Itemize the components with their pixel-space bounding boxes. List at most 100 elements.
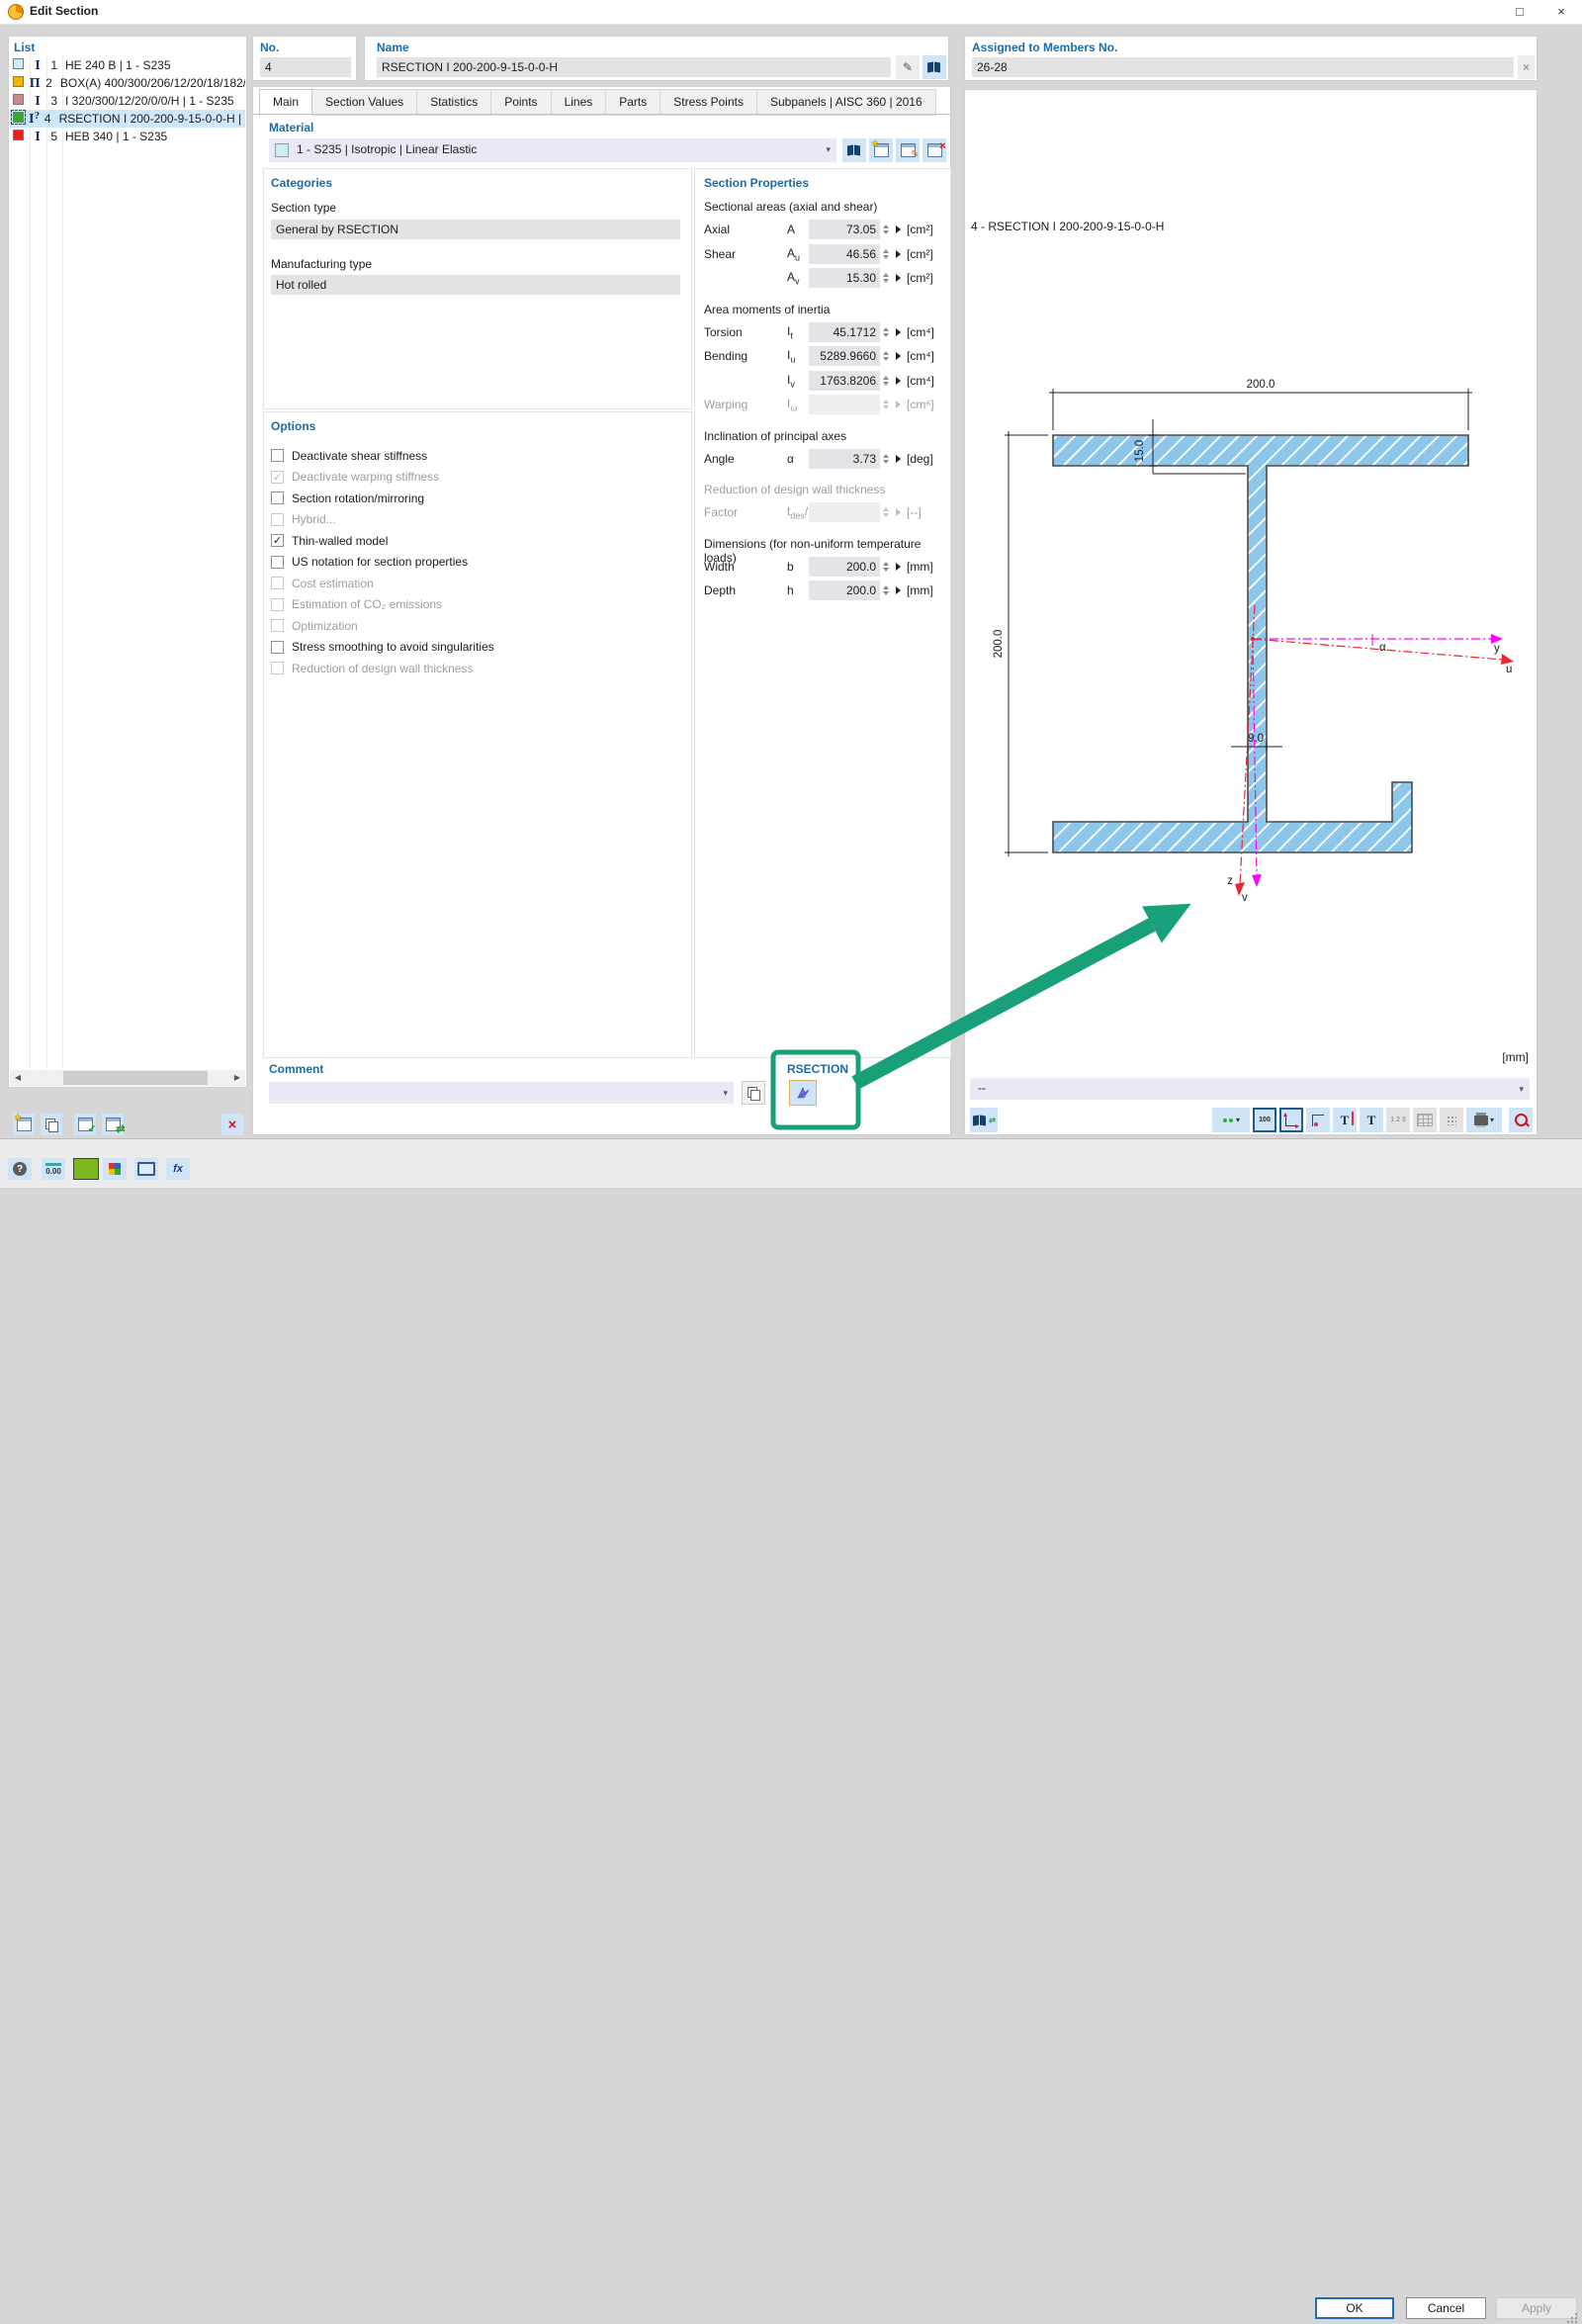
property-value-field[interactable]: 3.73 xyxy=(809,449,880,469)
tab-parts[interactable]: Parts xyxy=(606,89,660,116)
detail-arrow-icon[interactable] xyxy=(896,225,901,233)
list-item-4[interactable]: I?4RSECTION I 200-200-9-15-0-0-H | 1 - S… xyxy=(10,110,245,128)
spinner-up-icon[interactable] xyxy=(883,249,889,253)
detail-button[interactable] xyxy=(892,352,904,360)
property-value-field[interactable]: 200.0 xyxy=(809,581,880,600)
spinner-up-icon[interactable] xyxy=(883,562,889,566)
renumber-sections-button[interactable]: ⇄ xyxy=(102,1114,124,1135)
spinner[interactable] xyxy=(880,244,892,264)
property-value-field[interactable]: 46.56 xyxy=(809,244,880,264)
detail-button[interactable] xyxy=(892,225,904,233)
tab-lines[interactable]: Lines xyxy=(552,89,607,116)
detail-arrow-icon[interactable] xyxy=(896,352,901,360)
scroll-left-icon[interactable]: ◀ xyxy=(10,1070,26,1086)
detail-button[interactable] xyxy=(892,455,904,463)
close-button[interactable]: × xyxy=(1540,0,1582,24)
section-type-field[interactable]: General by RSECTION xyxy=(271,220,680,239)
detail-arrow-icon[interactable] xyxy=(896,328,901,336)
tab-statistics[interactable]: Statistics xyxy=(417,89,491,116)
list-scrollbar[interactable]: ◀ ▶ xyxy=(10,1070,245,1086)
tab-main[interactable]: Main xyxy=(259,89,312,116)
detail-button[interactable] xyxy=(892,328,904,336)
cancel-button[interactable]: Cancel xyxy=(1406,2297,1486,2319)
rename-button[interactable]: ✎ xyxy=(896,55,920,79)
chevron-down-icon[interactable]: ▾ xyxy=(1236,1116,1240,1124)
spinner-down-icon[interactable] xyxy=(883,568,889,572)
detail-button[interactable] xyxy=(892,377,904,385)
copy-comment-button[interactable] xyxy=(742,1081,765,1105)
spinner[interactable] xyxy=(880,557,892,577)
copy-section-button[interactable] xyxy=(41,1114,62,1135)
units-settings-button[interactable]: 0.00 xyxy=(42,1158,65,1180)
property-value-field[interactable]: 73.05 xyxy=(809,220,880,239)
spinner-up-icon[interactable] xyxy=(883,585,889,589)
comment-dropdown[interactable]: ▾ xyxy=(269,1082,734,1104)
list-item-3[interactable]: I3I 320/300/12/20/0/0/H | 1 - S235 xyxy=(10,92,245,110)
name-field[interactable]: RSECTION I 200-200-9-15-0-0-H xyxy=(377,57,891,77)
spinner[interactable] xyxy=(880,322,892,342)
list-item-2[interactable]: Π2BOX(A) 400/300/206/12/20/18/182/0/0 | xyxy=(10,74,245,92)
detail-arrow-icon[interactable] xyxy=(896,586,901,594)
resize-grip[interactable] xyxy=(1566,2312,1578,2324)
manufacturing-type-field[interactable]: Hot rolled xyxy=(271,275,680,295)
option-section-rotation-mirroring[interactable]: Section rotation/mirroring xyxy=(271,488,682,509)
spinner-down-icon[interactable] xyxy=(883,333,889,337)
spinner[interactable] xyxy=(880,449,892,469)
property-value-field[interactable]: 15.30 xyxy=(809,268,880,288)
spinner-up-icon[interactable] xyxy=(883,454,889,458)
stress-points-display-button[interactable]: ▾ xyxy=(1212,1108,1250,1132)
option-us-notation-for-section-properties[interactable]: US notation for section properties xyxy=(271,552,682,574)
detail-arrow-icon[interactable] xyxy=(896,250,901,258)
scroll-right-icon[interactable]: ▶ xyxy=(229,1070,245,1086)
detail-arrow-icon[interactable] xyxy=(896,455,901,463)
detail-button[interactable] xyxy=(892,274,904,282)
spinner-up-icon[interactable] xyxy=(883,273,889,277)
detail-button[interactable] xyxy=(892,563,904,571)
detail-arrow-icon[interactable] xyxy=(896,377,901,385)
checkbox-deactivate-shear-stiffness[interactable] xyxy=(271,449,284,462)
help-button[interactable]: ? xyxy=(8,1158,32,1180)
open-rsection-button[interactable] xyxy=(789,1080,817,1106)
checkbox-section-rotation-mirroring[interactable] xyxy=(271,492,284,504)
list-item-1[interactable]: I1HE 240 B | 1 - S235 xyxy=(10,56,245,74)
assigned-members-field[interactable]: 26-28 xyxy=(972,57,1514,77)
detail-button[interactable] xyxy=(892,586,904,594)
spinner-down-icon[interactable] xyxy=(883,279,889,283)
spinner-up-icon[interactable] xyxy=(883,376,889,380)
chevron-down-icon[interactable]: ▾ xyxy=(723,1082,728,1104)
spinner-down-icon[interactable] xyxy=(883,382,889,386)
no-field[interactable]: 4 xyxy=(260,57,351,77)
view-settings-button[interactable] xyxy=(134,1158,158,1180)
checkbox-stress-smoothing-to-avoid-singularities[interactable] xyxy=(271,641,284,654)
tab-subpanels-aisc-360-2016[interactable]: Subpanels | AISC 360 | 2016 xyxy=(757,89,936,116)
chevron-down-icon[interactable]: ▾ xyxy=(1519,1078,1524,1100)
spinner-down-icon[interactable] xyxy=(883,230,889,234)
shear-center-display-button[interactable] xyxy=(1306,1108,1330,1132)
spinner-down-icon[interactable] xyxy=(883,591,889,595)
tab-section-values[interactable]: Section Values xyxy=(312,89,417,116)
checkbox-us-notation-for-section-properties[interactable] xyxy=(271,556,284,569)
color-indicator[interactable] xyxy=(73,1158,99,1180)
ok-button[interactable]: OK xyxy=(1315,2297,1394,2319)
detail-button[interactable] xyxy=(892,250,904,258)
dimension-lines-button[interactable]: 100 xyxy=(1253,1108,1276,1132)
section-dimensions-button[interactable]: T xyxy=(1333,1108,1357,1132)
axes-display-button[interactable] xyxy=(1279,1108,1303,1132)
section-outline-button[interactable]: T xyxy=(1360,1108,1383,1132)
material-library-button[interactable] xyxy=(842,138,866,162)
spinner[interactable] xyxy=(880,220,892,239)
preview-navigator-button[interactable]: ⇄ xyxy=(970,1108,998,1132)
maximize-button[interactable]: □ xyxy=(1499,0,1540,24)
spinner-down-icon[interactable] xyxy=(883,255,889,259)
chevron-down-icon[interactable]: ▾ xyxy=(1490,1116,1494,1124)
print-button[interactable]: ▾ xyxy=(1466,1108,1502,1132)
spinner[interactable] xyxy=(880,268,892,288)
spinner-down-icon[interactable] xyxy=(883,357,889,361)
preview-scale-dropdown[interactable]: -- ▾ xyxy=(970,1078,1530,1100)
checkbox-thin-walled-model[interactable]: ✓ xyxy=(271,534,284,547)
spinner-up-icon[interactable] xyxy=(883,351,889,355)
property-value-field[interactable]: 45.1712 xyxy=(809,322,880,342)
option-stress-smoothing-to-avoid-singularities[interactable]: Stress smoothing to avoid singularities xyxy=(271,637,682,659)
section-library-button[interactable] xyxy=(923,55,946,79)
scrollbar-thumb[interactable] xyxy=(63,1071,208,1085)
